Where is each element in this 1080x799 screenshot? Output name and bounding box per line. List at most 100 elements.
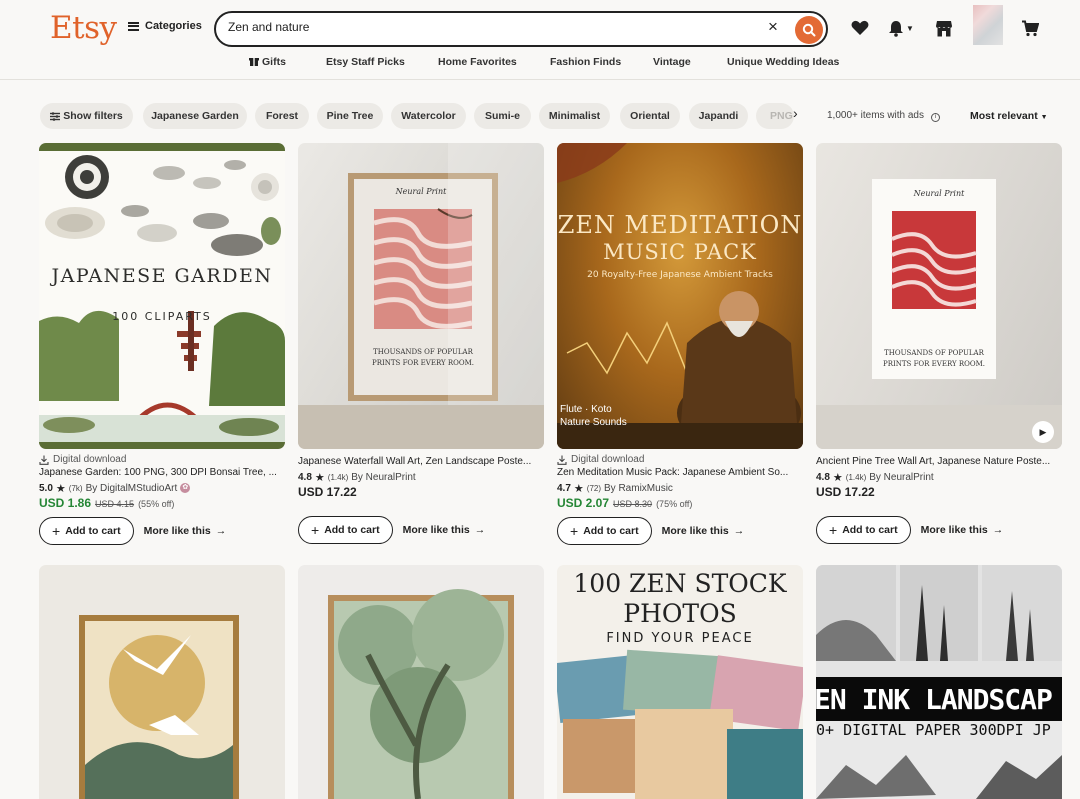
product-card[interactable]: JAPANESE GARDEN 100 CLIPARTS Digital dow… bbox=[39, 143, 285, 545]
add-to-cart-button[interactable]: + Add to cart bbox=[557, 517, 652, 545]
more-like-this-link[interactable]: More like this → bbox=[144, 525, 227, 537]
plus-icon: + bbox=[829, 522, 838, 538]
chip-minimalist[interactable]: Minimalist bbox=[539, 103, 610, 129]
subnav-staff-picks[interactable]: Etsy Staff Picks bbox=[326, 56, 405, 68]
header: Etsy Categories × ▼ Gifts Etsy Staff Pic… bbox=[0, 0, 1080, 80]
product-rating: 4.7 ★ (72) By RamixMusic bbox=[557, 482, 673, 495]
play-video-button[interactable]: ▶ bbox=[1032, 421, 1054, 443]
product-price: USD 17.22 bbox=[298, 485, 357, 499]
add-to-cart-button[interactable]: + Add to cart bbox=[816, 516, 911, 544]
chevron-down-icon: ▼ bbox=[906, 23, 914, 33]
product-rating: 5.0 ★ (7k) By DigitalMStudioArt ✿ bbox=[39, 480, 285, 496]
clear-icon[interactable]: × bbox=[768, 17, 778, 37]
digital-download-label: Digital download bbox=[557, 453, 803, 466]
image-heading-2: MUSIC PACK bbox=[603, 240, 757, 264]
digital-download-label: Digital download bbox=[39, 453, 285, 466]
arrow-right-icon: → bbox=[992, 524, 1004, 536]
chip-oriental[interactable]: Oriental bbox=[620, 103, 680, 129]
subnav-gifts[interactable]: Gifts bbox=[249, 56, 286, 68]
star-icon: ★ bbox=[573, 482, 584, 495]
image-caption: THOUSANDS OF POPULAR PRINTS FOR EVERY RO… bbox=[883, 349, 985, 368]
chip-japanese-garden[interactable]: Japanese Garden bbox=[143, 103, 247, 129]
chip-japandi[interactable]: Japandi bbox=[689, 103, 748, 129]
product-card[interactable]: Neural Print THOUSANDS OF POPULAR PRINTS… bbox=[298, 143, 544, 544]
product-title[interactable]: Ancient Pine Tree Wall Art, Japanese Nat… bbox=[816, 455, 1062, 469]
image-heading: 100 ZEN STOCK bbox=[573, 569, 787, 598]
chevron-down-icon: ▼ bbox=[1040, 114, 1048, 121]
product-image[interactable]: 100 ZEN STOCK PHOTOS FIND YOUR PEACE bbox=[557, 565, 803, 799]
product-title[interactable]: Japanese Garden: 100 PNG, 300 DPI Bonsai… bbox=[39, 466, 285, 480]
product-title[interactable]: Japanese Waterfall Wall Art, Zen Landsca… bbox=[298, 455, 544, 469]
download-icon bbox=[557, 455, 567, 465]
crane-print-illustration bbox=[79, 615, 239, 799]
image-subheading: 100 CLIPARTS bbox=[112, 310, 212, 323]
star-seller-badge-icon: ✿ bbox=[180, 483, 191, 493]
product-price: USD 1.86 USD 4.15 (55% off) bbox=[39, 496, 175, 510]
product-card[interactable] bbox=[39, 565, 285, 799]
search-bar: × bbox=[214, 11, 828, 47]
cart-icon bbox=[1022, 20, 1039, 36]
product-image[interactable]: Neural Print THOUSANDS OF POPULAR PRINTS… bbox=[816, 143, 1062, 449]
store-icon bbox=[936, 20, 952, 36]
add-to-cart-button[interactable]: + Add to cart bbox=[298, 516, 393, 544]
product-image[interactable] bbox=[39, 565, 285, 799]
categories-button[interactable]: Categories bbox=[128, 20, 202, 32]
favorites-button[interactable] bbox=[850, 18, 870, 38]
filter-icon bbox=[50, 111, 61, 121]
product-rating: 4.8 ★ (1.4k) By NeuralPrint bbox=[816, 471, 934, 484]
product-card[interactable]: EN INK LANDSCAP 0+ DIGITAL PAPER 300DPI … bbox=[816, 565, 1062, 799]
image-subheading: 0+ DIGITAL PAPER 300DPI JP bbox=[816, 721, 1062, 739]
ink-landscape-illustration bbox=[816, 565, 1062, 799]
product-image[interactable]: JAPANESE GARDEN 100 CLIPARTS bbox=[39, 143, 285, 449]
product-title[interactable]: Zen Meditation Music Pack: Japanese Ambi… bbox=[557, 466, 803, 480]
product-card[interactable]: 100 ZEN STOCK PHOTOS FIND YOUR PEACE bbox=[557, 565, 803, 799]
subnav-fashion-finds[interactable]: Fashion Finds bbox=[550, 56, 621, 68]
subnav-home-favorites[interactable]: Home Favorites bbox=[438, 56, 517, 68]
image-heading: JAPANESE GARDEN bbox=[51, 265, 273, 287]
add-to-cart-button[interactable]: + Add to cart bbox=[39, 517, 134, 545]
arrow-right-icon: → bbox=[733, 525, 745, 537]
more-like-this-link[interactable]: More like this → bbox=[403, 524, 486, 536]
image-subheading: 20 Royalty-Free Japanese Ambient Tracks bbox=[587, 270, 773, 280]
photo-collage-illustration bbox=[557, 649, 803, 799]
chip-forest[interactable]: Forest bbox=[255, 103, 309, 129]
product-card[interactable] bbox=[298, 565, 544, 799]
subnav-wedding-ideas[interactable]: Unique Wedding Ideas bbox=[727, 56, 839, 68]
plus-icon: + bbox=[52, 523, 61, 539]
chip-watercolor[interactable]: Watercolor bbox=[391, 103, 466, 129]
more-like-this-link[interactable]: More like this → bbox=[921, 524, 1004, 536]
product-image[interactable]: EN INK LANDSCAP 0+ DIGITAL PAPER 300DPI … bbox=[816, 565, 1062, 799]
notifications-button[interactable]: ▼ bbox=[884, 18, 918, 38]
chip-pine-tree[interactable]: Pine Tree bbox=[317, 103, 383, 129]
product-card[interactable]: ZEN MEDITATION MUSIC PACK 20 Royalty-Fre… bbox=[557, 143, 803, 545]
product-image[interactable]: Neural Print THOUSANDS OF POPULAR PRINTS… bbox=[298, 143, 544, 449]
image-brand: Neural Print bbox=[913, 189, 965, 198]
plus-icon: + bbox=[311, 522, 320, 538]
sort-dropdown[interactable]: Most relevant ▼ bbox=[970, 110, 1048, 122]
chip-png[interactable]: PNG bbox=[756, 103, 794, 129]
product-card[interactable]: Neural Print THOUSANDS OF POPULAR PRINTS… bbox=[816, 143, 1062, 544]
more-like-this-link[interactable]: More like this → bbox=[662, 525, 745, 537]
image-subheading: FIND YOUR PEACE bbox=[606, 631, 754, 646]
search-button[interactable] bbox=[795, 16, 823, 44]
search-input[interactable] bbox=[228, 20, 748, 34]
show-filters-button[interactable]: Show filters bbox=[40, 103, 133, 129]
cart-button[interactable] bbox=[1020, 18, 1040, 38]
categories-label: Categories bbox=[145, 20, 202, 32]
chevron-right-icon[interactable]: › bbox=[793, 105, 798, 121]
info-icon[interactable]: i bbox=[930, 113, 940, 122]
star-icon: ★ bbox=[55, 482, 66, 495]
subnav-vintage[interactable]: Vintage bbox=[653, 56, 691, 68]
avatar[interactable] bbox=[973, 5, 1003, 45]
shop-manager-button[interactable] bbox=[934, 18, 954, 38]
download-icon bbox=[39, 455, 49, 465]
heart-icon bbox=[851, 20, 869, 35]
chip-sumi-e[interactable]: Sumi-e bbox=[474, 103, 531, 129]
results-count: 1,000+ items with ads i bbox=[827, 110, 940, 122]
product-image[interactable]: ZEN MEDITATION MUSIC PACK 20 Royalty-Fre… bbox=[557, 143, 803, 449]
play-icon: ▶ bbox=[1039, 426, 1047, 437]
arrow-right-icon: → bbox=[474, 524, 486, 536]
etsy-logo[interactable]: Etsy bbox=[50, 10, 117, 46]
product-image[interactable] bbox=[298, 565, 544, 799]
image-heading: EN INK LANDSCAP bbox=[816, 683, 1053, 716]
